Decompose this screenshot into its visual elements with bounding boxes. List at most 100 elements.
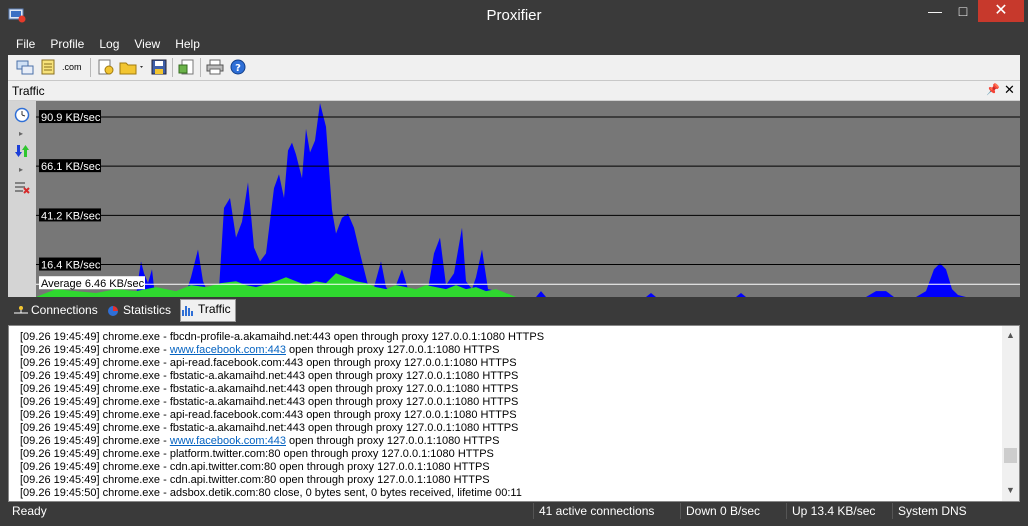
log-line-prefix: [09.26 19:45:49] chrome.exe - xyxy=(20,409,170,421)
log-line-prefix: [09.26 19:45:50] chrome.exe - xyxy=(20,487,170,499)
log-line-text: adsbox.detik.com:80 close, 0 bytes sent,… xyxy=(169,487,522,499)
log-line-prefix: [09.26 19:45:49] chrome.exe - xyxy=(20,396,170,408)
log-line-prefix: [09.26 19:45:49] chrome.exe - xyxy=(20,435,170,447)
export-profile-icon[interactable] xyxy=(178,59,196,75)
tab-connections[interactable]: Connections xyxy=(14,301,104,320)
status-ready: Ready xyxy=(12,504,47,518)
close-button[interactable]: ✕ xyxy=(978,0,1024,22)
save-profile-icon[interactable] xyxy=(150,59,168,75)
status-dns: System DNS xyxy=(898,504,967,518)
print-icon[interactable] xyxy=(206,59,224,75)
connections-window-icon[interactable] xyxy=(16,59,34,75)
log-line-text: fbstatic-a.akamaihd.net:443 open through… xyxy=(169,396,519,408)
tab-traffic[interactable]: Traffic xyxy=(180,299,236,322)
toolbar-separator xyxy=(90,58,91,77)
tab-connections-label: Connections xyxy=(31,303,98,317)
log-line-prefix: [09.26 19:45:49] chrome.exe - xyxy=(20,357,170,369)
log-line[interactable]: [09.26 19:45:49] chrome.exe - platform.t… xyxy=(20,448,1000,461)
log-line-text: platform.twitter.com:80 open through pro… xyxy=(169,448,494,460)
new-profile-icon[interactable] xyxy=(96,59,114,75)
status-down: Down 0 B/sec xyxy=(686,504,761,518)
log-line-prefix: [09.26 19:45:49] chrome.exe - xyxy=(20,448,170,460)
log-line[interactable]: [09.26 19:45:49] chrome.exe - api-read.f… xyxy=(20,409,1000,422)
log-line-text: open through proxy 127.0.0.1:1080 HTTPS xyxy=(286,344,500,356)
maximize-button[interactable]: □ xyxy=(950,0,976,22)
view-tabs: Connections Statistics Traffic xyxy=(8,298,1020,323)
toolbar-separator xyxy=(172,58,173,77)
scroll-down-icon[interactable]: ▼ xyxy=(1006,485,1015,495)
gridline-label: 41.2 KB/sec xyxy=(41,210,101,222)
log-lines: [09.26 19:45:49] chrome.exe - fbcdn-prof… xyxy=(20,331,1000,500)
tab-statistics-label: Statistics xyxy=(123,303,172,317)
help-icon[interactable]: ? xyxy=(229,59,247,75)
notepad-icon[interactable] xyxy=(39,59,57,75)
menu-file[interactable]: File xyxy=(8,33,42,51)
svg-text:?: ? xyxy=(235,63,241,74)
traffic-panel-title: Traffic xyxy=(12,84,45,98)
status-up: Up 13.4 KB/sec xyxy=(792,504,876,518)
clear-chart-icon[interactable] xyxy=(14,179,30,195)
menu-view[interactable]: View xyxy=(126,33,167,51)
toolbar-separator xyxy=(200,58,201,77)
minimize-button[interactable]: — xyxy=(922,0,948,22)
menu-profile[interactable]: Profile xyxy=(42,33,91,51)
log-line-prefix: [09.26 19:45:49] chrome.exe - xyxy=(20,474,170,486)
log-line[interactable]: [09.26 19:45:49] chrome.exe - fbstatic-a… xyxy=(20,370,1000,383)
log-line-text: open through proxy 127.0.0.1:1080 HTTPS xyxy=(286,435,500,447)
gridline-label: 66.1 KB/sec xyxy=(41,161,101,173)
log-line[interactable]: [09.26 19:45:49] chrome.exe - www.facebo… xyxy=(20,435,1000,448)
clock-scale-icon[interactable] xyxy=(14,107,30,123)
log-line[interactable]: [09.26 19:45:49] chrome.exe - api-read.f… xyxy=(20,357,1000,370)
log-line[interactable]: [09.26 19:45:49] chrome.exe - cdn.api.tw… xyxy=(20,461,1000,474)
log-line-link[interactable]: www.facebook.com:443 xyxy=(170,435,286,447)
average-label: Average 6.46 KB/sec xyxy=(41,278,145,290)
log-line-prefix: [09.26 19:45:49] chrome.exe - xyxy=(20,383,170,395)
menu-help[interactable]: Help xyxy=(167,33,207,51)
status-separator xyxy=(680,503,681,519)
expand-arrow-icon[interactable]: ▸ xyxy=(19,165,23,174)
log-line[interactable]: [09.26 19:45:49] chrome.exe - fbcdn-prof… xyxy=(20,331,1000,344)
chart-side-toolbar: ▸ ▸ xyxy=(8,101,36,297)
log-line-link[interactable]: www.facebook.com:443 xyxy=(170,344,286,356)
log-scrollbar[interactable]: ▲ ▼ xyxy=(1002,326,1019,501)
traffic-tab-icon xyxy=(182,305,193,316)
connections-tab-icon xyxy=(14,305,28,314)
log-line-prefix: [09.26 19:45:49] chrome.exe - xyxy=(20,370,170,382)
dns-com-icon[interactable]: .com xyxy=(62,59,84,75)
log-line-text: fbstatic-a.akamaihd.net:443 open through… xyxy=(169,422,519,434)
window-title: Proxifier xyxy=(486,7,542,24)
gridline-label: 90.9 KB/sec xyxy=(41,112,101,124)
scroll-up-icon[interactable]: ▲ xyxy=(1006,330,1015,340)
log-line[interactable]: [09.26 19:45:49] chrome.exe - www.facebo… xyxy=(20,344,1000,357)
status-separator xyxy=(786,503,787,519)
statistics-tab-icon xyxy=(108,305,118,316)
panel-close-icon[interactable]: ✕ xyxy=(1004,82,1015,98)
menu-log[interactable]: Log xyxy=(91,33,126,51)
log-line[interactable]: [09.26 19:45:49] chrome.exe - fbstatic-a… xyxy=(20,383,1000,396)
log-line[interactable]: [09.26 19:45:49] chrome.exe - fbstatic-a… xyxy=(20,396,1000,409)
connection-log[interactable]: [09.26 19:45:49] chrome.exe - fbcdn-prof… xyxy=(8,325,1020,502)
pin-icon[interactable]: 📌 xyxy=(986,83,1000,96)
log-line[interactable]: [09.26 19:45:49] chrome.exe - fbstatic-a… xyxy=(20,422,1000,435)
log-line-text: fbstatic-a.akamaihd.net:443 open through… xyxy=(169,383,519,395)
expand-arrow-icon[interactable]: ▸ xyxy=(19,129,23,138)
title-bar: Proxifier — □ ✕ xyxy=(0,0,1028,33)
down-up-arrows-icon[interactable] xyxy=(14,143,30,159)
tab-traffic-label: Traffic xyxy=(198,302,231,316)
open-profile-icon[interactable] xyxy=(119,59,145,75)
log-line[interactable]: [09.26 19:45:49] chrome.exe - cdn.api.tw… xyxy=(20,474,1000,487)
log-line-prefix: [09.26 19:45:49] chrome.exe - xyxy=(20,461,170,473)
scroll-thumb[interactable] xyxy=(1004,448,1017,463)
log-line-text: fbcdn-profile-a.akamaihd.net:443 open th… xyxy=(169,331,545,343)
log-line-text: api-read.facebook.com:443 open through p… xyxy=(169,409,517,421)
status-connections: 41 active connections xyxy=(539,504,655,518)
log-line-text: fbstatic-a.akamaihd.net:443 open through… xyxy=(169,370,519,382)
log-line[interactable]: [09.26 19:45:50] chrome.exe - adsbox.det… xyxy=(20,487,1000,500)
log-line-text: cdn.api.twitter.com:80 open through prox… xyxy=(169,461,490,473)
gridline-label: 16.4 KB/sec xyxy=(41,260,101,272)
status-separator xyxy=(892,503,893,519)
status-separator xyxy=(533,503,534,519)
tab-statistics[interactable]: Statistics xyxy=(106,301,180,320)
log-line-prefix: [09.26 19:45:49] chrome.exe - xyxy=(20,422,170,434)
log-line-text: api-read.facebook.com:443 open through p… xyxy=(169,357,517,369)
